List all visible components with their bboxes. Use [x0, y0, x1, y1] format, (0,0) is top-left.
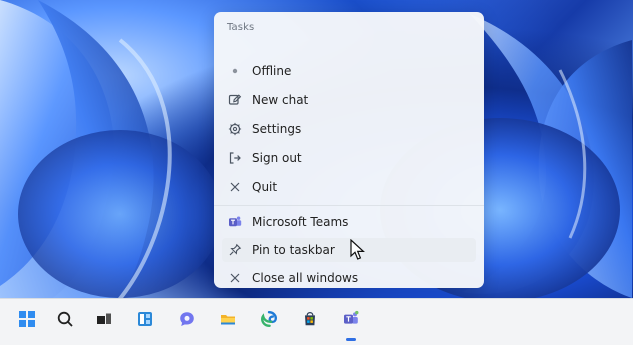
pin-icon [222, 238, 248, 262]
taskbar-chat-button[interactable] [173, 307, 201, 335]
store-icon [301, 310, 319, 332]
teams-running-indicator [346, 338, 356, 341]
search-icon [56, 310, 74, 332]
chat-icon [178, 310, 196, 332]
taskbar-start-button[interactable] [13, 307, 41, 335]
sign-out-icon [222, 146, 248, 170]
menu-divider [214, 205, 484, 206]
menu-item-offline[interactable]: Offline [222, 59, 476, 83]
menu-item-quit[interactable]: Quit [222, 175, 476, 199]
taskbar-edge-button[interactable] [255, 307, 283, 335]
taskbar-teams-button[interactable] [337, 307, 365, 335]
gear-icon [222, 117, 248, 141]
teams-jump-list-menu: Tasks Offline New chat Settings Sign out… [214, 12, 484, 288]
taskbar [0, 298, 633, 345]
menu-item-settings[interactable]: Settings [222, 117, 476, 141]
taskbar-search-button[interactable] [51, 307, 79, 335]
taskbar-task-view-button[interactable] [90, 307, 118, 335]
edge-icon [260, 310, 278, 332]
menu-item-new-chat[interactable]: New chat [222, 88, 476, 112]
teams-icon [342, 310, 360, 332]
menu-item-label-microsoft-teams: Microsoft Teams [252, 215, 349, 229]
widgets-icon [136, 310, 154, 332]
menu-item-label-quit: Quit [252, 180, 278, 194]
menu-item-pin-to-taskbar[interactable]: Pin to taskbar [222, 238, 476, 262]
menu-item-label-close-all-windows: Close all windows [252, 271, 359, 285]
menu-item-label-offline: Offline [252, 64, 292, 78]
menu-item-sign-out[interactable]: Sign out [222, 146, 476, 170]
close-icon [222, 266, 248, 288]
menu-header: Tasks [227, 22, 255, 33]
menu-item-label-sign-out: Sign out [252, 151, 302, 165]
offline-dot-icon [222, 59, 248, 83]
taskbar-store-button[interactable] [296, 307, 324, 335]
file-explorer-icon [219, 310, 237, 332]
taskbar-widgets-button[interactable] [131, 307, 159, 335]
menu-item-close-all-windows[interactable]: Close all windows [222, 266, 476, 288]
menu-item-label-pin-to-taskbar: Pin to taskbar [252, 243, 335, 257]
taskbar-file-explorer-button[interactable] [214, 307, 242, 335]
task-view-icon [95, 310, 113, 332]
teams-icon [222, 210, 248, 234]
menu-item-microsoft-teams[interactable]: Microsoft Teams [222, 210, 476, 234]
menu-item-label-new-chat: New chat [252, 93, 309, 107]
new-chat-icon [222, 88, 248, 112]
start-icon [18, 310, 36, 332]
close-icon [222, 175, 248, 199]
menu-item-label-settings: Settings [252, 122, 302, 136]
